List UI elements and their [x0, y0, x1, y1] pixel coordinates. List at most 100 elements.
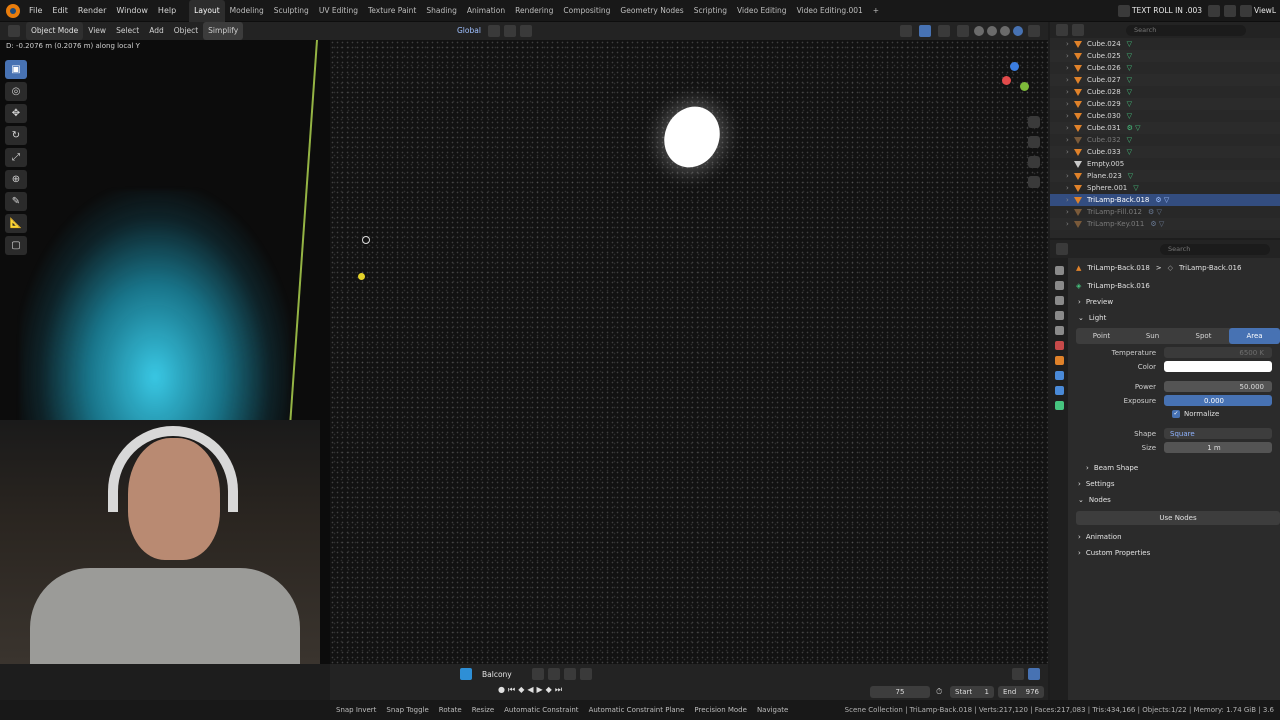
select-box-tool-icon[interactable]: ▣ — [5, 60, 27, 79]
outliner-row[interactable]: › Cube.030 ▽ — [1050, 110, 1280, 122]
new-scene-icon[interactable] — [1208, 4, 1221, 17]
y-axis-icon[interactable] — [1020, 82, 1029, 91]
outliner-row[interactable]: › Plane.023 ▽ — [1050, 170, 1280, 182]
zoom-icon[interactable] — [1028, 116, 1040, 128]
material-shading-icon[interactable] — [1000, 26, 1010, 36]
next-keyframe-icon[interactable]: ◆ — [546, 685, 552, 695]
expand-chevron-icon[interactable]: › — [1066, 148, 1074, 156]
solid-shading-icon[interactable] — [987, 26, 997, 36]
panel-beam-shape[interactable]: › Beam Shape — [1068, 460, 1280, 476]
outliner-row[interactable]: › Cube.024 ▽ — [1050, 38, 1280, 50]
world-tab-icon[interactable] — [1054, 341, 1064, 350]
light-type-spot[interactable]: Spot — [1178, 328, 1229, 344]
x-axis-icon[interactable] — [1002, 76, 1011, 85]
snap-icon[interactable] — [503, 25, 516, 37]
normalize-checkbox[interactable]: ✓ — [1172, 409, 1180, 418]
outliner-row[interactable]: › Cube.027 ▽ — [1050, 74, 1280, 86]
menu-help[interactable]: Help — [153, 0, 181, 22]
panel-settings[interactable]: › Settings — [1068, 476, 1280, 492]
ortho-toggle-icon[interactable] — [1028, 176, 1040, 188]
measure-tool-icon[interactable]: 📐 — [5, 214, 27, 233]
expand-chevron-icon[interactable]: › — [1066, 76, 1074, 84]
mesh-data-icon[interactable]: ▽ — [1127, 88, 1132, 96]
close-camera-icon[interactable] — [563, 668, 576, 680]
overlay-toggle-icon[interactable] — [938, 25, 950, 37]
scene-tab-icon[interactable] — [1054, 326, 1064, 335]
expand-chevron-icon[interactable]: › — [1066, 196, 1074, 204]
panel-light[interactable]: ⌄ Light — [1068, 310, 1280, 326]
outliner-row[interactable]: › TriLamp-Key.011 ⚙ ▽ — [1050, 218, 1280, 230]
stopwatch-icon[interactable]: ⏱ — [936, 687, 942, 697]
use-nodes-button[interactable]: Use Nodes — [1076, 511, 1280, 525]
mesh-data-icon[interactable]: ▽ — [1127, 64, 1132, 72]
normalize-checkbox-row[interactable]: ✓ Normalize — [1068, 407, 1280, 420]
outliner-row[interactable]: › Cube.033 ▽ — [1050, 146, 1280, 158]
mesh-data-icon[interactable]: ▽ — [1127, 40, 1132, 48]
delete-scene-icon[interactable] — [1224, 4, 1237, 17]
object-tab-icon[interactable] — [1054, 356, 1064, 365]
temperature-field[interactable]: 6500 K — [1164, 347, 1272, 358]
outliner-row-selected[interactable]: › TriLamp-Back.018 ⚙ ▽ — [1050, 194, 1280, 206]
light-data-icon[interactable]: ⚙ ▽ — [1148, 208, 1162, 216]
outliner-row[interactable]: › Cube.029 ▽ — [1050, 98, 1280, 110]
panel-animation[interactable]: › Animation — [1068, 529, 1280, 545]
mesh-data-icon[interactable]: ▽ — [1127, 148, 1132, 156]
tab-rendering[interactable]: Rendering — [510, 0, 558, 22]
physics-tab-icon[interactable] — [1054, 371, 1064, 380]
outliner-row[interactable]: Empty.005 — [1050, 158, 1280, 170]
mesh-data-icon[interactable]: ▽ — [1127, 100, 1132, 108]
expand-chevron-icon[interactable]: › — [1066, 112, 1074, 120]
play-icon[interactable]: ▶ — [537, 685, 543, 695]
constraints-tab-icon[interactable] — [1054, 386, 1064, 395]
tab-sculpting[interactable]: Sculpting — [269, 0, 314, 22]
jump-start-icon[interactable]: ⏮ — [508, 685, 515, 695]
outliner-editor-icon[interactable] — [1056, 24, 1068, 36]
timeline-overlay-icon[interactable] — [1028, 668, 1040, 680]
z-axis-icon[interactable] — [1010, 62, 1019, 71]
timeline-toggle-icon[interactable] — [1012, 668, 1024, 680]
tab-video-editing-001[interactable]: Video Editing.001 — [792, 0, 868, 22]
wireframe-shading-icon[interactable] — [974, 26, 984, 36]
outliner-row[interactable]: › Cube.026 ▽ — [1050, 62, 1280, 74]
mesh-data-icon[interactable]: ▽ — [1127, 112, 1132, 120]
outliner-row[interactable]: › Cube.032 ▽ — [1050, 134, 1280, 146]
panel-nodes[interactable]: ⌄ Nodes — [1068, 492, 1280, 508]
menu-object[interactable]: Object — [169, 22, 203, 40]
mode-dropdown[interactable]: Object Mode — [26, 22, 84, 40]
expand-chevron-icon[interactable]: › — [1066, 88, 1074, 96]
prev-keyframe-icon[interactable]: ◆ — [518, 685, 524, 695]
rendered-shading-icon[interactable] — [1013, 26, 1023, 36]
keyframe-icon[interactable] — [531, 668, 544, 680]
expand-chevron-icon[interactable]: › — [1066, 100, 1074, 108]
proportional-edit-icon[interactable] — [519, 25, 532, 37]
mesh-data-icon[interactable]: ▽ — [1127, 136, 1132, 144]
expand-chevron-icon[interactable]: › — [1066, 184, 1074, 192]
data-block-name-field[interactable]: TriLamp-Back.016 — [1087, 282, 1149, 290]
color-swatch[interactable] — [1164, 361, 1272, 372]
view-layer-icon[interactable] — [1240, 4, 1253, 17]
light-data-icon[interactable]: ⚙ ▽ — [1150, 220, 1164, 228]
tool-tab-icon[interactable] — [1054, 266, 1064, 275]
mesh-data-icon[interactable]: ▽ — [1127, 52, 1132, 60]
gizmo-toggle-icon[interactable] — [919, 25, 931, 37]
outliner-row[interactable]: › TriLamp-Fill.012 ⚙ ▽ — [1050, 206, 1280, 218]
power-field[interactable]: 50.000 — [1164, 381, 1272, 392]
scene-name-field[interactable]: TEXT ROLL IN .003 — [1132, 6, 1202, 15]
outliner-search-input[interactable]: Search — [1126, 24, 1246, 36]
tab-uv-editing[interactable]: UV Editing — [314, 0, 363, 22]
expand-chevron-icon[interactable]: › — [1066, 64, 1074, 72]
properties-editor-icon[interactable] — [1056, 243, 1068, 255]
data-block-name[interactable]: ◈ TriLamp-Back.016 — [1068, 278, 1280, 294]
add-cube-tool-icon[interactable]: ▢ — [5, 236, 27, 255]
pin-icon[interactable] — [579, 668, 592, 680]
menu-add[interactable]: Add — [144, 22, 169, 40]
end-frame-field[interactable]: End 976 — [998, 686, 1044, 698]
menu-window[interactable]: Window — [111, 0, 153, 22]
expand-chevron-icon[interactable]: › — [1066, 52, 1074, 60]
menu-render[interactable]: Render — [73, 0, 111, 22]
data-tab-icon[interactable] — [1054, 401, 1064, 410]
simplify-button[interactable]: Simplify — [203, 22, 244, 40]
tab-modeling[interactable]: Modeling — [225, 0, 269, 22]
light-type-point[interactable]: Point — [1076, 328, 1127, 344]
orientation-dropdown[interactable]: Global — [452, 22, 486, 40]
